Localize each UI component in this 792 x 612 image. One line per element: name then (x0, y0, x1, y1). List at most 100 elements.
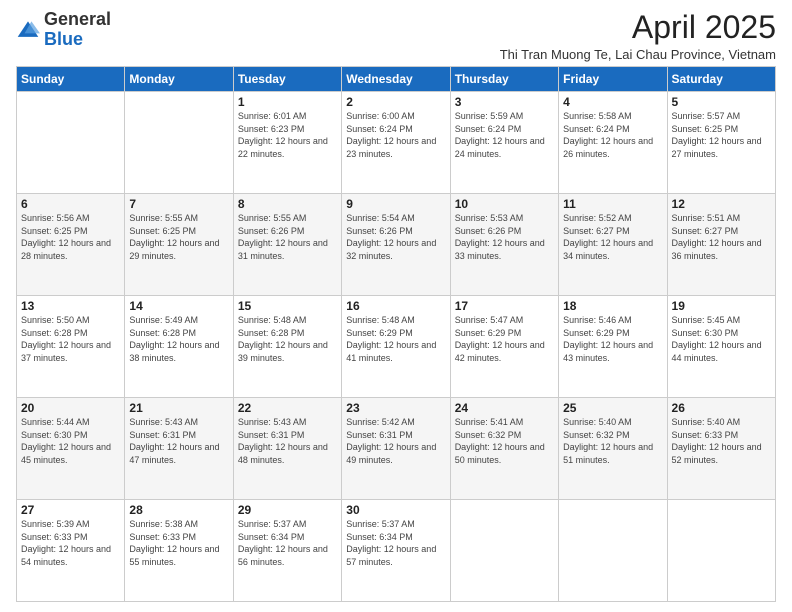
day-info: Sunrise: 5:37 AM Sunset: 6:34 PM Dayligh… (238, 518, 337, 568)
day-number: 12 (672, 197, 771, 211)
calendar-cell (17, 92, 125, 194)
day-info: Sunrise: 5:50 AM Sunset: 6:28 PM Dayligh… (21, 314, 120, 364)
day-info: Sunrise: 5:49 AM Sunset: 6:28 PM Dayligh… (129, 314, 228, 364)
day-number: 17 (455, 299, 554, 313)
day-info: Sunrise: 5:55 AM Sunset: 6:25 PM Dayligh… (129, 212, 228, 262)
calendar-cell (450, 500, 558, 602)
calendar-cell: 15Sunrise: 5:48 AM Sunset: 6:28 PM Dayli… (233, 296, 341, 398)
day-info: Sunrise: 6:01 AM Sunset: 6:23 PM Dayligh… (238, 110, 337, 160)
day-number: 22 (238, 401, 337, 415)
day-number: 8 (238, 197, 337, 211)
calendar-cell: 26Sunrise: 5:40 AM Sunset: 6:33 PM Dayli… (667, 398, 775, 500)
day-number: 18 (563, 299, 662, 313)
col-sunday: Sunday (17, 67, 125, 92)
day-number: 19 (672, 299, 771, 313)
calendar-cell: 20Sunrise: 5:44 AM Sunset: 6:30 PM Dayli… (17, 398, 125, 500)
day-info: Sunrise: 5:44 AM Sunset: 6:30 PM Dayligh… (21, 416, 120, 466)
col-wednesday: Wednesday (342, 67, 450, 92)
day-number: 25 (563, 401, 662, 415)
col-thursday: Thursday (450, 67, 558, 92)
calendar-cell: 2Sunrise: 6:00 AM Sunset: 6:24 PM Daylig… (342, 92, 450, 194)
calendar-week-4: 20Sunrise: 5:44 AM Sunset: 6:30 PM Dayli… (17, 398, 776, 500)
day-number: 26 (672, 401, 771, 415)
calendar-cell: 30Sunrise: 5:37 AM Sunset: 6:34 PM Dayli… (342, 500, 450, 602)
calendar-week-2: 6Sunrise: 5:56 AM Sunset: 6:25 PM Daylig… (17, 194, 776, 296)
col-friday: Friday (559, 67, 667, 92)
logo-general: General (44, 9, 111, 29)
day-number: 29 (238, 503, 337, 517)
calendar-cell (667, 500, 775, 602)
subtitle: Thi Tran Muong Te, Lai Chau Province, Vi… (500, 47, 776, 62)
day-info: Sunrise: 5:54 AM Sunset: 6:26 PM Dayligh… (346, 212, 445, 262)
day-info: Sunrise: 5:42 AM Sunset: 6:31 PM Dayligh… (346, 416, 445, 466)
day-info: Sunrise: 5:57 AM Sunset: 6:25 PM Dayligh… (672, 110, 771, 160)
title-block: April 2025 Thi Tran Muong Te, Lai Chau P… (500, 10, 776, 62)
calendar-cell: 19Sunrise: 5:45 AM Sunset: 6:30 PM Dayli… (667, 296, 775, 398)
day-info: Sunrise: 5:45 AM Sunset: 6:30 PM Dayligh… (672, 314, 771, 364)
header: General Blue April 2025 Thi Tran Muong T… (16, 10, 776, 62)
day-number: 30 (346, 503, 445, 517)
logo-icon (16, 18, 40, 42)
calendar-cell: 8Sunrise: 5:55 AM Sunset: 6:26 PM Daylig… (233, 194, 341, 296)
day-number: 28 (129, 503, 228, 517)
calendar-cell (559, 500, 667, 602)
page: General Blue April 2025 Thi Tran Muong T… (0, 0, 792, 612)
col-monday: Monday (125, 67, 233, 92)
logo-blue: Blue (44, 29, 83, 49)
calendar-week-1: 1Sunrise: 6:01 AM Sunset: 6:23 PM Daylig… (17, 92, 776, 194)
day-info: Sunrise: 6:00 AM Sunset: 6:24 PM Dayligh… (346, 110, 445, 160)
day-info: Sunrise: 5:48 AM Sunset: 6:29 PM Dayligh… (346, 314, 445, 364)
calendar-cell: 1Sunrise: 6:01 AM Sunset: 6:23 PM Daylig… (233, 92, 341, 194)
day-info: Sunrise: 5:39 AM Sunset: 6:33 PM Dayligh… (21, 518, 120, 568)
logo-text: General Blue (44, 10, 111, 50)
day-info: Sunrise: 5:51 AM Sunset: 6:27 PM Dayligh… (672, 212, 771, 262)
calendar-cell: 28Sunrise: 5:38 AM Sunset: 6:33 PM Dayli… (125, 500, 233, 602)
day-info: Sunrise: 5:58 AM Sunset: 6:24 PM Dayligh… (563, 110, 662, 160)
day-number: 11 (563, 197, 662, 211)
calendar-cell: 27Sunrise: 5:39 AM Sunset: 6:33 PM Dayli… (17, 500, 125, 602)
day-info: Sunrise: 5:48 AM Sunset: 6:28 PM Dayligh… (238, 314, 337, 364)
day-number: 13 (21, 299, 120, 313)
col-saturday: Saturday (667, 67, 775, 92)
day-info: Sunrise: 5:38 AM Sunset: 6:33 PM Dayligh… (129, 518, 228, 568)
calendar-cell: 6Sunrise: 5:56 AM Sunset: 6:25 PM Daylig… (17, 194, 125, 296)
calendar-cell: 9Sunrise: 5:54 AM Sunset: 6:26 PM Daylig… (342, 194, 450, 296)
day-number: 15 (238, 299, 337, 313)
calendar-cell: 10Sunrise: 5:53 AM Sunset: 6:26 PM Dayli… (450, 194, 558, 296)
day-number: 24 (455, 401, 554, 415)
calendar-cell: 3Sunrise: 5:59 AM Sunset: 6:24 PM Daylig… (450, 92, 558, 194)
calendar-cell: 21Sunrise: 5:43 AM Sunset: 6:31 PM Dayli… (125, 398, 233, 500)
calendar-cell: 25Sunrise: 5:40 AM Sunset: 6:32 PM Dayli… (559, 398, 667, 500)
day-info: Sunrise: 5:53 AM Sunset: 6:26 PM Dayligh… (455, 212, 554, 262)
day-info: Sunrise: 5:43 AM Sunset: 6:31 PM Dayligh… (129, 416, 228, 466)
day-number: 1 (238, 95, 337, 109)
day-number: 4 (563, 95, 662, 109)
calendar-cell: 11Sunrise: 5:52 AM Sunset: 6:27 PM Dayli… (559, 194, 667, 296)
day-info: Sunrise: 5:37 AM Sunset: 6:34 PM Dayligh… (346, 518, 445, 568)
calendar-cell: 4Sunrise: 5:58 AM Sunset: 6:24 PM Daylig… (559, 92, 667, 194)
calendar-cell: 12Sunrise: 5:51 AM Sunset: 6:27 PM Dayli… (667, 194, 775, 296)
day-info: Sunrise: 5:40 AM Sunset: 6:33 PM Dayligh… (672, 416, 771, 466)
day-info: Sunrise: 5:52 AM Sunset: 6:27 PM Dayligh… (563, 212, 662, 262)
day-info: Sunrise: 5:47 AM Sunset: 6:29 PM Dayligh… (455, 314, 554, 364)
calendar-cell: 13Sunrise: 5:50 AM Sunset: 6:28 PM Dayli… (17, 296, 125, 398)
calendar: Sunday Monday Tuesday Wednesday Thursday… (16, 66, 776, 602)
calendar-cell: 5Sunrise: 5:57 AM Sunset: 6:25 PM Daylig… (667, 92, 775, 194)
day-number: 6 (21, 197, 120, 211)
day-number: 2 (346, 95, 445, 109)
calendar-cell: 7Sunrise: 5:55 AM Sunset: 6:25 PM Daylig… (125, 194, 233, 296)
calendar-cell: 17Sunrise: 5:47 AM Sunset: 6:29 PM Dayli… (450, 296, 558, 398)
day-number: 27 (21, 503, 120, 517)
calendar-header-row: Sunday Monday Tuesday Wednesday Thursday… (17, 67, 776, 92)
calendar-cell: 29Sunrise: 5:37 AM Sunset: 6:34 PM Dayli… (233, 500, 341, 602)
calendar-cell: 24Sunrise: 5:41 AM Sunset: 6:32 PM Dayli… (450, 398, 558, 500)
day-number: 3 (455, 95, 554, 109)
calendar-cell: 16Sunrise: 5:48 AM Sunset: 6:29 PM Dayli… (342, 296, 450, 398)
day-number: 16 (346, 299, 445, 313)
day-info: Sunrise: 5:41 AM Sunset: 6:32 PM Dayligh… (455, 416, 554, 466)
day-number: 10 (455, 197, 554, 211)
day-info: Sunrise: 5:43 AM Sunset: 6:31 PM Dayligh… (238, 416, 337, 466)
calendar-cell: 22Sunrise: 5:43 AM Sunset: 6:31 PM Dayli… (233, 398, 341, 500)
day-info: Sunrise: 5:56 AM Sunset: 6:25 PM Dayligh… (21, 212, 120, 262)
day-number: 14 (129, 299, 228, 313)
